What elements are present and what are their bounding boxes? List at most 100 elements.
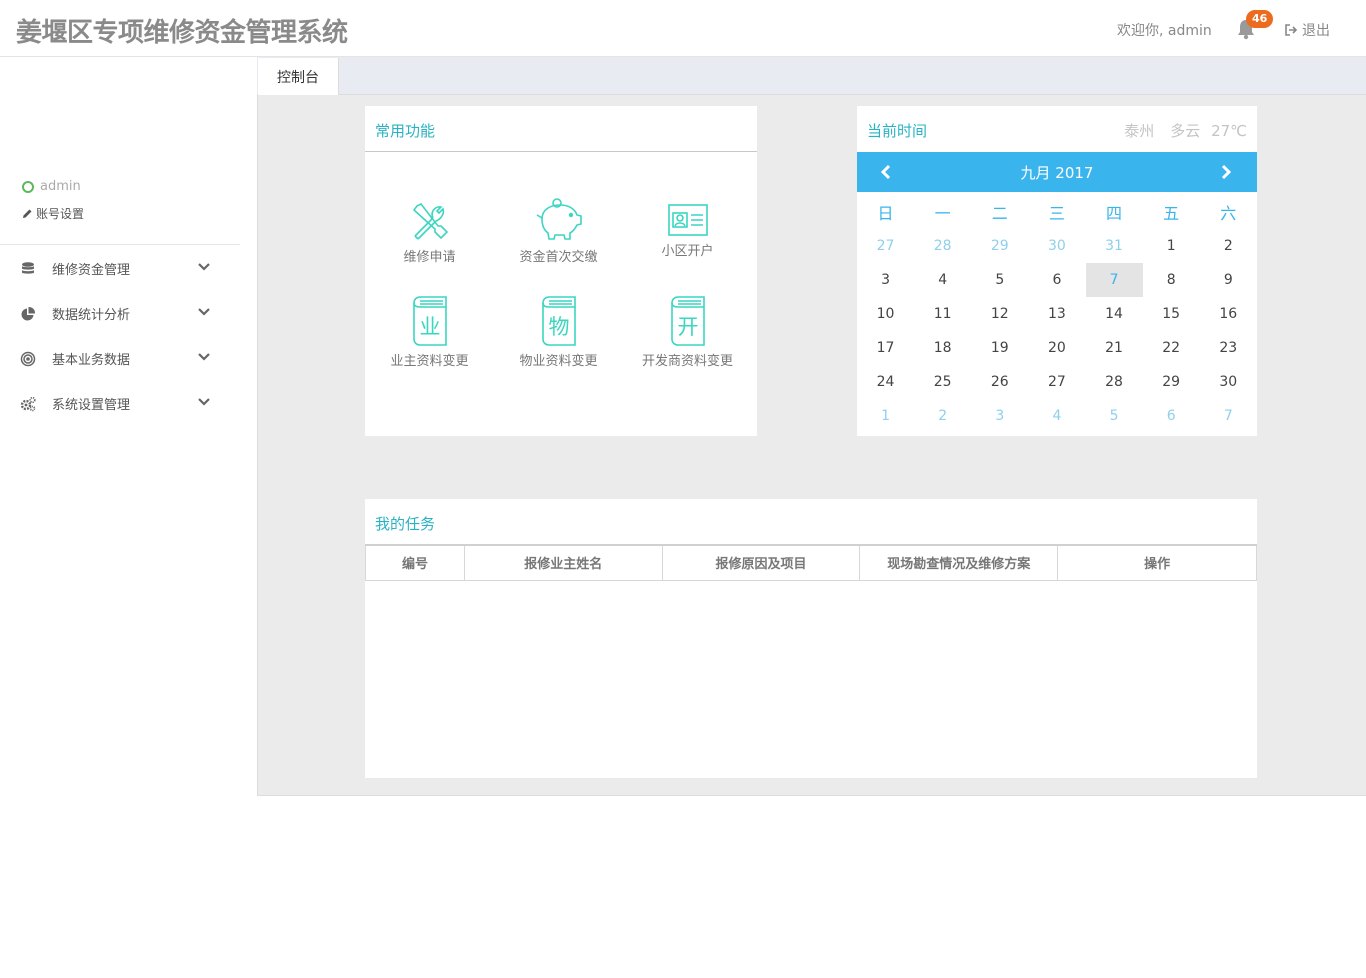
function-repair-request[interactable]: 维修申请 — [365, 199, 494, 265]
calendar-day-other-month[interactable]: 30 — [1028, 229, 1085, 263]
calendar-day[interactable]: 2 — [1200, 229, 1257, 263]
function-label: 资金首次交缴 — [519, 250, 598, 265]
account-settings-link[interactable]: 账号设置 — [22, 205, 84, 222]
calendar-header: 九月 2017 — [857, 152, 1257, 192]
user-status: admin — [22, 179, 81, 194]
logout-button[interactable]: 退出 — [1285, 20, 1330, 40]
column-header[interactable]: 现场勘查情况及维修方案 — [859, 544, 1059, 581]
calendar-day[interactable]: 4 — [914, 263, 971, 297]
calendar-day[interactable]: 24 — [857, 365, 914, 399]
column-header[interactable]: 操作 — [1057, 544, 1257, 581]
weather-info: 泰州 多云 27℃ — [1108, 120, 1247, 141]
calendar-day[interactable]: 12 — [971, 297, 1028, 331]
calendar-day[interactable]: 7 — [1085, 263, 1143, 297]
calendar-weekday: 一 — [934, 204, 951, 223]
calendar-day[interactable]: 17 — [857, 331, 914, 365]
calendar-day[interactable]: 18 — [914, 331, 971, 365]
calendar-day-other-month[interactable]: 4 — [1028, 399, 1085, 433]
calendar-weekday-row: 日一二三四五六 — [857, 195, 1257, 229]
calendar-weekday: 三 — [1048, 204, 1065, 223]
calendar-day[interactable]: 30 — [1200, 365, 1257, 399]
function-label: 开发商资料变更 — [641, 354, 733, 369]
svg-text:业: 业 — [419, 315, 440, 339]
weather-temperature: 27℃ — [1211, 122, 1247, 140]
calendar-day-other-month[interactable]: 28 — [914, 229, 971, 263]
calendar-day[interactable]: 27 — [1028, 365, 1085, 399]
table-header-row: 编号 报修业主姓名 报修原因及项目 现场勘查情况及维修方案 操作 — [365, 544, 1257, 581]
function-developer-info-change[interactable]: 开 开发商资料变更 — [623, 295, 752, 369]
panel-title: 我的任务 — [375, 515, 436, 533]
calendar-day-other-month[interactable]: 29 — [971, 229, 1028, 263]
top-header: 姜堰区专项维修资金管理系统 欢迎你, admin 46 退出 — [0, 0, 1366, 57]
my-tasks-panel: 我的任务 编号 报修业主姓名 报修原因及项目 现场勘查情况及维修方案 操作 — [365, 499, 1257, 778]
calendar-day-other-month[interactable]: 7 — [1200, 399, 1257, 433]
weather-city: 泰州 — [1124, 122, 1155, 140]
calendar-day-other-month[interactable]: 5 — [1086, 399, 1143, 433]
calendar-day-other-month[interactable]: 27 — [857, 229, 914, 263]
panel-title: 当前时间 — [867, 122, 928, 140]
welcome-text: 欢迎你, admin — [1117, 23, 1212, 39]
calendar-grid: 日一二三四五六 27 28 29 30 31 1 2 3 4 5 6 7 8 9 10 11 12 13 14 15 16… — [857, 195, 1257, 433]
calendar-day-other-month[interactable]: 3 — [971, 399, 1028, 433]
calendar-day[interactable]: 20 — [1028, 331, 1085, 365]
piggy-bank-icon — [536, 198, 582, 240]
tools-icon — [412, 202, 448, 240]
function-first-payment[interactable]: 资金首次交缴 — [494, 195, 623, 265]
calendar-weekday: 日 — [877, 204, 894, 223]
calendar-day[interactable]: 28 — [1086, 365, 1143, 399]
calendar-day[interactable]: 1 — [1143, 229, 1200, 263]
logout-icon — [1285, 24, 1298, 36]
tasks-table: 编号 报修业主姓名 报修原因及项目 现场勘查情况及维修方案 操作 — [365, 544, 1257, 581]
sidebar: admin 账号设置 维修资金管理 数据统计分析 基本业务数据 系统设置管理 — [0, 57, 240, 978]
calendar-day[interactable]: 10 — [857, 297, 914, 331]
calendar-day[interactable]: 23 — [1200, 331, 1257, 365]
sidebar-item-system-settings[interactable]: 系统设置管理 — [0, 381, 240, 426]
pencil-icon — [23, 209, 32, 218]
calendar-week-row: 1234567 — [857, 399, 1257, 433]
function-label: 小区开户 — [661, 244, 714, 259]
calendar-weekday: 六 — [1220, 204, 1237, 223]
calendar-day-other-month[interactable]: 2 — [914, 399, 971, 433]
sidebar-item-statistics[interactable]: 数据统计分析 — [0, 291, 240, 336]
online-status-icon — [22, 180, 34, 193]
common-functions-panel: 常用功能 维修申请 资金首次交缴 小区开户 业 业主资料变更 物 物业资料变更 … — [365, 106, 757, 436]
sidebar-item-label: 维修资金管理 — [52, 263, 131, 278]
tab-console[interactable]: 控制台 — [258, 58, 339, 96]
function-community-account[interactable]: 小区开户 — [623, 203, 752, 259]
account-settings-label: 账号设置 — [36, 207, 85, 221]
calendar-day[interactable]: 21 — [1086, 331, 1143, 365]
svg-text:开: 开 — [677, 315, 698, 339]
chevron-left-icon[interactable] — [879, 164, 893, 180]
calendar-day[interactable]: 22 — [1143, 331, 1200, 365]
calendar-day[interactable]: 25 — [914, 365, 971, 399]
calendar-day[interactable]: 3 — [857, 263, 914, 297]
calendar-day[interactable]: 8 — [1143, 263, 1200, 297]
calendar-day[interactable]: 6 — [1028, 263, 1085, 297]
sidebar-item-basic-data[interactable]: 基本业务数据 — [0, 336, 240, 381]
column-header[interactable]: 报修原因及项目 — [661, 544, 861, 581]
sidebar-item-maintenance-funds[interactable]: 维修资金管理 — [0, 246, 240, 291]
calendar-day[interactable]: 19 — [971, 331, 1028, 365]
function-label: 业主资料变更 — [390, 354, 469, 369]
calendar-day-other-month[interactable]: 1 — [857, 399, 914, 433]
calendar-day[interactable]: 14 — [1086, 297, 1143, 331]
calendar-day[interactable]: 9 — [1200, 263, 1257, 297]
column-header[interactable]: 报修业主姓名 — [463, 544, 663, 581]
calendar-day[interactable]: 26 — [971, 365, 1028, 399]
calendar-day[interactable]: 15 — [1143, 297, 1200, 331]
calendar-week-row: 3456789 — [857, 263, 1257, 297]
column-header[interactable]: 编号 — [365, 544, 465, 581]
divider — [365, 151, 757, 152]
function-property-info-change[interactable]: 物 物业资料变更 — [494, 295, 623, 369]
calendar-day-other-month[interactable]: 6 — [1143, 399, 1200, 433]
function-label: 物业资料变更 — [519, 354, 598, 369]
calendar-day[interactable]: 16 — [1200, 297, 1257, 331]
function-owner-info-change[interactable]: 业 业主资料变更 — [365, 295, 494, 369]
calendar-day[interactable]: 29 — [1143, 365, 1200, 399]
calendar-day[interactable]: 13 — [1028, 297, 1085, 331]
chevron-down-icon — [198, 308, 210, 316]
calendar-day-other-month[interactable]: 31 — [1086, 229, 1143, 263]
calendar-day[interactable]: 11 — [914, 297, 971, 331]
chevron-right-icon[interactable] — [1219, 164, 1233, 180]
calendar-day[interactable]: 5 — [971, 263, 1028, 297]
